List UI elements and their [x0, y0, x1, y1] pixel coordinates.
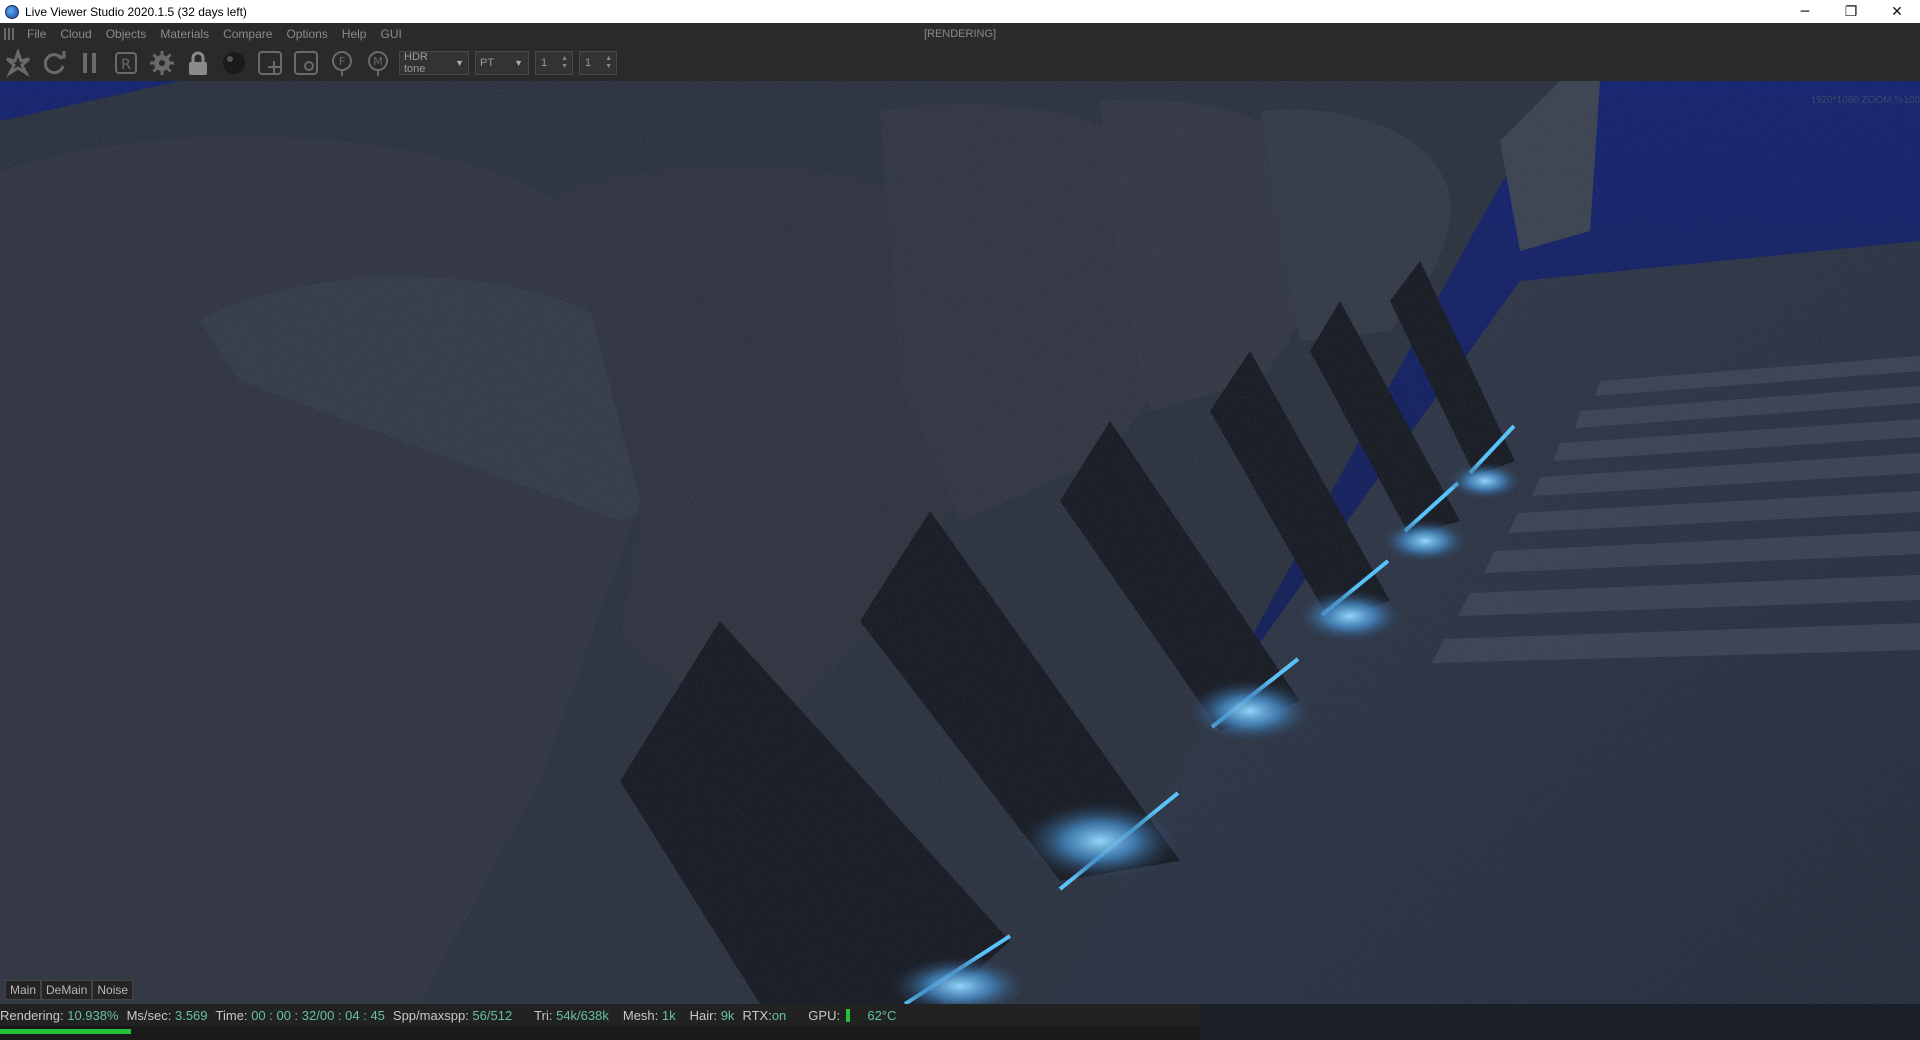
rendering-value: 10.938% — [67, 1007, 119, 1023]
status-bar: Rendering: 10.938% Ms/sec: 3.569 Time: 0… — [0, 1004, 1200, 1026]
mssec-value: 3.569 — [174, 1007, 208, 1023]
minimize-button[interactable]: ─ — [1782, 0, 1828, 23]
tri-label: Tri: — [534, 1007, 553, 1023]
menu-file[interactable]: File — [20, 27, 53, 41]
window-title: Live Viewer Studio 2020.1.5 (32 days lef… — [25, 4, 247, 19]
kernel-select[interactable]: PT ▼ — [475, 50, 529, 75]
svg-text:R: R — [121, 57, 131, 73]
status-rendering: Rendering: 10.938% — [0, 1008, 119, 1023]
tone-select[interactable]: HDR tone ▼ — [399, 50, 469, 75]
menu-materials[interactable]: Materials — [153, 27, 216, 41]
resolution-label: 1920*1080 ZOOM:%100 — [1810, 95, 1920, 106]
spin-input-2-value: 1 — [585, 56, 592, 69]
menu-gui[interactable]: GUI — [373, 27, 408, 41]
render-image — [0, 81, 1920, 1004]
mesh-label: Mesh: — [622, 1007, 659, 1023]
chevron-down-icon: ▼ — [514, 57, 523, 68]
status-spp: Spp/maxspp: 56/512 — [393, 1008, 512, 1023]
spp-value: 56/512 — [472, 1007, 513, 1023]
status-gpu: GPU: 62°C — [808, 1008, 896, 1023]
f-pick-icon[interactable]: F — [327, 48, 357, 78]
restore-button[interactable]: ❐ — [1828, 0, 1874, 23]
kernel-select-value: PT — [480, 56, 495, 69]
status-rtx: RTX:on — [742, 1008, 786, 1023]
svg-text:M: M — [373, 55, 383, 68]
app-logo-icon — [5, 4, 19, 19]
close-button[interactable]: ✕ — [1874, 0, 1920, 23]
menu-objects[interactable]: Objects — [99, 27, 154, 41]
tab-demain[interactable]: DeMain — [41, 980, 93, 1000]
status-tri: Tri: 54k/638k — [534, 1008, 609, 1023]
toolbar: R F M HDR tone ▼ PT ▼ 1 ▲ ▼ 1 ▲ ▼ — [0, 44, 1920, 81]
menu-cloud[interactable]: Cloud — [53, 27, 98, 41]
spin-arrows-icon[interactable]: ▲ ▼ — [605, 55, 612, 71]
svg-text:F: F — [339, 55, 345, 68]
status-hair: Hair: 9k — [690, 1008, 735, 1023]
m-pick-icon[interactable]: M — [363, 48, 393, 78]
gpu-temp: 62°C — [867, 1007, 897, 1023]
render-progress-bar — [0, 1026, 1200, 1040]
time-label: Time: — [215, 1007, 248, 1023]
mesh-value: 1k — [661, 1007, 676, 1023]
render-viewport[interactable]: 1920*1080 ZOOM:%100 — [0, 81, 1920, 1004]
tri-value: 54k/638k — [556, 1007, 609, 1023]
rtx-value: on — [771, 1007, 787, 1023]
window-controls: ─ ❐ ✕ — [1782, 0, 1920, 23]
mssec-label: Ms/sec: — [126, 1007, 172, 1023]
menu-help[interactable]: Help — [335, 27, 374, 41]
spin-input-1[interactable]: 1 ▲ ▼ — [535, 50, 573, 75]
lock-icon[interactable] — [183, 48, 213, 78]
region-render-icon[interactable]: R — [111, 48, 141, 78]
menu-grip-icon[interactable] — [4, 27, 14, 40]
gpu-label: GPU: — [808, 1007, 841, 1023]
settings-gear-icon[interactable] — [147, 48, 177, 78]
status-time: Time: 00 : 00 : 32/00 : 04 : 45 — [216, 1008, 385, 1023]
tab-noise[interactable]: Noise — [92, 980, 134, 1000]
add-object-icon[interactable] — [255, 48, 285, 78]
status-mssec: Ms/sec: 3.569 — [127, 1008, 208, 1023]
chevron-down-icon: ▼ — [455, 57, 464, 68]
hair-label: Hair: — [689, 1007, 718, 1023]
gpu-usage-bar — [845, 1008, 850, 1022]
status-mesh: Mesh: 1k — [623, 1008, 676, 1023]
time-value: 00 : 00 : 32/00 : 04 : 45 — [251, 1007, 385, 1023]
app-window: Live Viewer Studio 2020.1.5 (32 days lef… — [0, 0, 1920, 1040]
menu-bar: File Cloud Objects Materials Compare Opt… — [0, 23, 1920, 44]
title-bar: Live Viewer Studio 2020.1.5 (32 days lef… — [0, 0, 1920, 23]
pause-icon[interactable] — [75, 48, 105, 78]
refresh-icon[interactable] — [39, 48, 69, 78]
rtx-label: RTX: — [742, 1007, 772, 1023]
tab-main[interactable]: Main — [5, 980, 42, 1000]
aperture-icon[interactable] — [3, 48, 33, 78]
material-ball-icon[interactable] — [219, 48, 249, 78]
hair-value: 9k — [720, 1007, 735, 1023]
spin-arrows-icon[interactable]: ▲ ▼ — [561, 55, 568, 71]
menu-options[interactable]: Options — [279, 27, 334, 41]
view-tabs: Main DeMain Noise — [5, 980, 134, 1000]
menu-compare[interactable]: Compare — [216, 27, 279, 41]
focus-picker-icon[interactable] — [291, 48, 321, 78]
spin-input-2[interactable]: 1 ▲ ▼ — [579, 50, 617, 75]
spp-label: Spp/maxspp: — [392, 1007, 469, 1023]
spin-input-1-value: 1 — [541, 56, 548, 69]
tone-select-value: HDR tone — [404, 50, 428, 75]
viewport-bottom-strip — [1200, 1004, 1920, 1040]
render-progress-fill — [0, 1029, 132, 1034]
rendering-label: Rendering: — [0, 1007, 64, 1023]
